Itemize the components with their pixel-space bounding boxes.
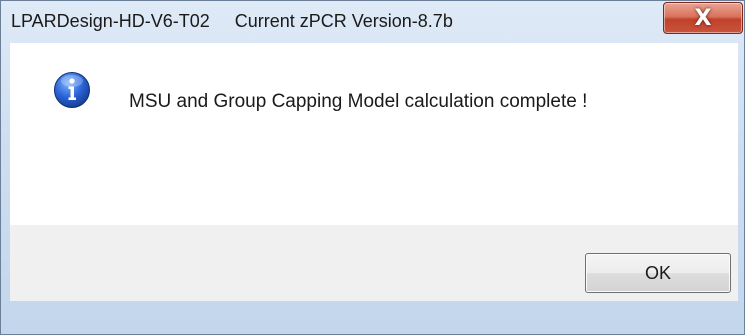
close-button[interactable]: X [663,2,743,34]
window-title: LPARDesign-HD-V6-T02 Current zPCR Versio… [11,11,453,31]
dialog-message: MSU and Group Capping Model calculation … [129,91,588,112]
close-icon: X [694,5,712,31]
dialog-window: LPARDesign-HD-V6-T02 Current zPCR Versio… [0,0,745,335]
info-icon [54,72,90,108]
ok-button[interactable]: OK [585,253,731,293]
title-bar[interactable]: LPARDesign-HD-V6-T02 Current zPCR Versio… [1,1,745,41]
message-area [10,43,738,225]
